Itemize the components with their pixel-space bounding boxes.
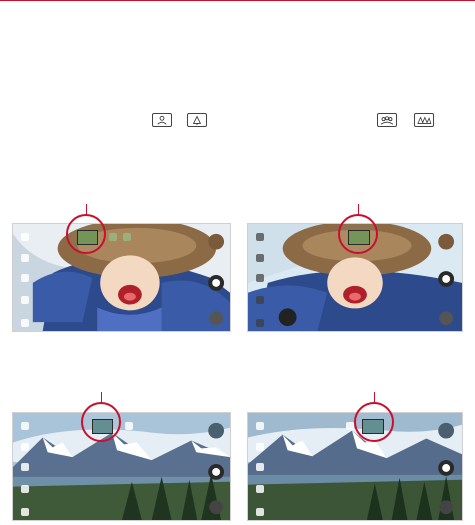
header-rule (0, 0, 475, 1)
gear-icon[interactable] (256, 508, 264, 516)
flash-icon[interactable] (21, 463, 29, 471)
callout-circle-mountain-landscape (81, 402, 121, 442)
flash-icon[interactable] (256, 274, 264, 282)
mode-icon[interactable] (256, 443, 264, 451)
settings-icon[interactable] (21, 233, 29, 241)
callout-circle-boy-portrait (66, 214, 106, 254)
flash-icon[interactable] (256, 463, 264, 471)
callout-circle-boy-group (338, 214, 378, 254)
group-portrait-icon (377, 113, 397, 127)
group-mode-selector[interactable] (123, 233, 131, 241)
mode-icon[interactable] (256, 254, 264, 262)
callout-circle-mountain-wide (354, 402, 394, 442)
boy-photo (13, 224, 230, 331)
settings-icon[interactable] (21, 422, 29, 430)
landscape-mode-selector[interactable] (346, 422, 354, 430)
landscape-icon (187, 113, 207, 127)
flash-icon[interactable] (21, 274, 29, 282)
timer-icon[interactable] (256, 296, 264, 304)
screenshot-mountain-landscape-mode (12, 412, 231, 521)
timer-icon[interactable] (256, 485, 264, 493)
timer-icon[interactable] (21, 485, 29, 493)
settings-icon[interactable] (256, 233, 264, 241)
timer-icon[interactable] (21, 296, 29, 304)
portrait-icon (152, 113, 172, 127)
settings-icon[interactable] (256, 422, 264, 430)
gear-icon[interactable] (21, 508, 29, 516)
portrait-mode-selector[interactable] (125, 422, 133, 430)
gear-icon[interactable] (21, 319, 29, 327)
landscape-mode-selector[interactable] (109, 233, 117, 241)
mountain-photo (13, 413, 230, 520)
gear-icon[interactable] (256, 319, 264, 327)
wide-landscape-icon (414, 113, 434, 127)
mode-icon[interactable] (21, 443, 29, 451)
screenshot-boy-portrait-mode (12, 223, 231, 332)
mode-icon[interactable] (21, 254, 29, 262)
